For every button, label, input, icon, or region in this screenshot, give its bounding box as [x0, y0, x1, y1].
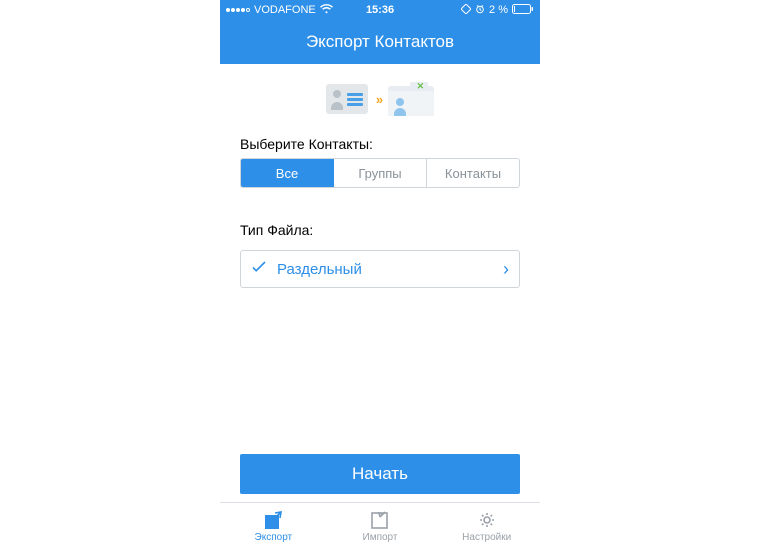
- contact-card-icon: [326, 84, 368, 114]
- main-content: » ✕ Выберите Контакты: Все Группы Контак…: [220, 64, 540, 550]
- location-icon: [461, 4, 471, 17]
- wifi-icon: [320, 4, 333, 17]
- filetype-label: Тип Файла:: [220, 216, 540, 244]
- gear-icon: [476, 510, 498, 530]
- arrow-icon: »: [376, 92, 380, 107]
- phone-frame: VODAFONE 15:36 2 % Экспорт Контактов: [220, 0, 540, 550]
- tab-settings[interactable]: Настройки: [433, 503, 540, 550]
- status-left: VODAFONE: [226, 4, 362, 17]
- segment-contacts[interactable]: Контакты: [427, 159, 519, 187]
- export-illustration: » ✕: [220, 64, 540, 130]
- import-icon: [369, 510, 391, 530]
- tab-label: Экспорт: [255, 532, 293, 543]
- alarm-icon: [475, 4, 485, 17]
- status-time: 15:36: [366, 4, 394, 16]
- battery-icon: [512, 4, 534, 17]
- battery-percent: 2 %: [489, 4, 508, 16]
- page-title: Экспорт Контактов: [220, 20, 540, 64]
- check-icon: [251, 259, 267, 280]
- filetype-value: Раздельный: [277, 261, 493, 278]
- status-bar: VODAFONE 15:36 2 %: [220, 0, 540, 20]
- tab-label: Импорт: [363, 532, 398, 543]
- status-right: 2 %: [398, 4, 534, 17]
- folder-icon: ✕: [388, 82, 434, 116]
- start-button[interactable]: Начать: [240, 454, 520, 494]
- segment-all[interactable]: Все: [241, 159, 334, 187]
- carrier-label: VODAFONE: [254, 4, 316, 16]
- segment-groups[interactable]: Группы: [334, 159, 427, 187]
- signal-dots-icon: [226, 8, 250, 12]
- tab-bar: Экспорт Импорт Настройки: [220, 502, 540, 550]
- tab-export[interactable]: Экспорт: [220, 503, 327, 550]
- contacts-segmented: Все Группы Контакты: [240, 158, 520, 188]
- filetype-select[interactable]: Раздельный ›: [240, 250, 520, 288]
- export-icon: [262, 510, 284, 530]
- contacts-label: Выберите Контакты:: [220, 130, 540, 158]
- tab-label: Настройки: [462, 532, 511, 543]
- chevron-right-icon: ›: [503, 259, 509, 280]
- tab-import[interactable]: Импорт: [327, 503, 434, 550]
